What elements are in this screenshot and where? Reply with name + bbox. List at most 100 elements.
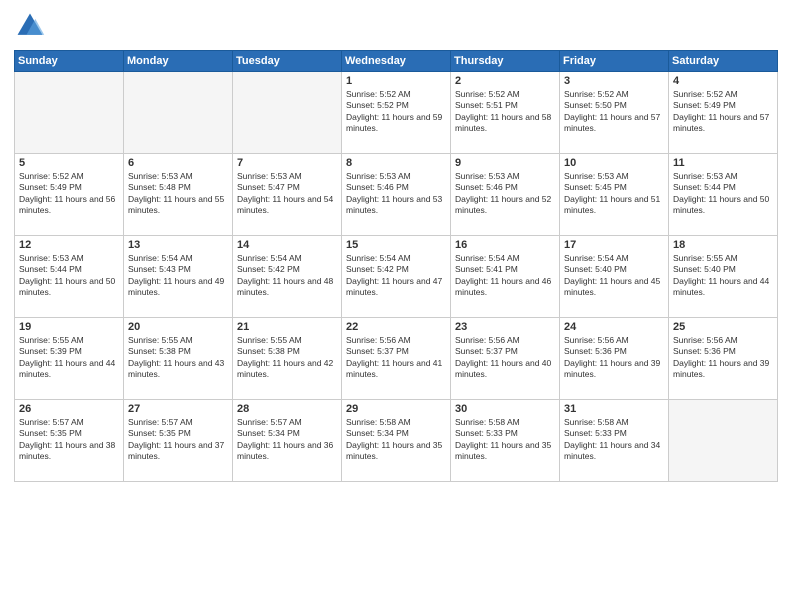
weekday-header-tuesday: Tuesday — [233, 51, 342, 72]
cell-info: Sunrise: 5:55 AMSunset: 5:39 PMDaylight:… — [19, 335, 119, 381]
day-number: 11 — [673, 157, 773, 169]
weekday-header-friday: Friday — [560, 51, 669, 72]
weekday-header-row: SundayMondayTuesdayWednesdayThursdayFrid… — [15, 51, 778, 72]
calendar-cell: 26 Sunrise: 5:57 AMSunset: 5:35 PMDayligh… — [15, 400, 124, 482]
calendar-cell: 8 Sunrise: 5:53 AMSunset: 5:46 PMDaylight… — [342, 154, 451, 236]
calendar-cell: 14 Sunrise: 5:54 AMSunset: 5:42 PMDayligh… — [233, 236, 342, 318]
weekday-header-thursday: Thursday — [451, 51, 560, 72]
calendar-cell — [233, 72, 342, 154]
cell-info: Sunrise: 5:57 AMSunset: 5:35 PMDaylight:… — [128, 417, 228, 463]
cell-info: Sunrise: 5:54 AMSunset: 5:42 PMDaylight:… — [237, 253, 337, 299]
day-number: 30 — [455, 403, 555, 415]
day-number: 18 — [673, 239, 773, 251]
day-number: 28 — [237, 403, 337, 415]
day-number: 25 — [673, 321, 773, 333]
cell-info: Sunrise: 5:57 AMSunset: 5:34 PMDaylight:… — [237, 417, 337, 463]
day-number: 3 — [564, 75, 664, 87]
calendar-cell: 31 Sunrise: 5:58 AMSunset: 5:33 PMDayligh… — [560, 400, 669, 482]
day-number: 22 — [346, 321, 446, 333]
cell-info: Sunrise: 5:57 AMSunset: 5:35 PMDaylight:… — [19, 417, 119, 463]
calendar-cell: 30 Sunrise: 5:58 AMSunset: 5:33 PMDayligh… — [451, 400, 560, 482]
calendar-cell: 27 Sunrise: 5:57 AMSunset: 5:35 PMDayligh… — [124, 400, 233, 482]
cell-info: Sunrise: 5:53 AMSunset: 5:44 PMDaylight:… — [19, 253, 119, 299]
calendar-week-2: 5 Sunrise: 5:52 AMSunset: 5:49 PMDaylight… — [15, 154, 778, 236]
calendar-cell: 2Sunrise: 5:52 AMSunset: 5:51 PMDaylight… — [451, 72, 560, 154]
calendar-cell — [15, 72, 124, 154]
calendar-cell: 3 Sunrise: 5:52 AMSunset: 5:50 PMDaylight… — [560, 72, 669, 154]
cell-info: Sunrise: 5:58 AMSunset: 5:33 PMDaylight:… — [455, 417, 555, 463]
calendar-cell: 11 Sunrise: 5:53 AMSunset: 5:44 PMDayligh… — [669, 154, 778, 236]
day-number: 15 — [346, 239, 446, 251]
calendar-cell: 5 Sunrise: 5:52 AMSunset: 5:49 PMDaylight… — [15, 154, 124, 236]
calendar-table: SundayMondayTuesdayWednesdayThursdayFrid… — [14, 50, 778, 482]
day-number: 10 — [564, 157, 664, 169]
day-number: 31 — [564, 403, 664, 415]
day-number: 12 — [19, 239, 119, 251]
cell-info: Sunrise: 5:56 AMSunset: 5:36 PMDaylight:… — [673, 335, 773, 381]
calendar-cell: 24Sunrise: 5:56 AMSunset: 5:36 PMDayligh… — [560, 318, 669, 400]
day-number: 9 — [455, 157, 555, 169]
day-number: 20 — [128, 321, 228, 333]
calendar-cell: 9 Sunrise: 5:53 AMSunset: 5:46 PMDaylight… — [451, 154, 560, 236]
calendar-cell: 15 Sunrise: 5:54 AMSunset: 5:42 PMDayligh… — [342, 236, 451, 318]
day-number: 14 — [237, 239, 337, 251]
calendar-cell: 29 Sunrise: 5:58 AMSunset: 5:34 PMDayligh… — [342, 400, 451, 482]
calendar-week-4: 19 Sunrise: 5:55 AMSunset: 5:39 PMDayligh… — [15, 318, 778, 400]
calendar-cell: 20 Sunrise: 5:55 AMSunset: 5:38 PMDayligh… — [124, 318, 233, 400]
day-number: 4 — [673, 75, 773, 87]
calendar-cell — [124, 72, 233, 154]
cell-info: Sunrise: 5:53 AMSunset: 5:46 PMDaylight:… — [346, 171, 446, 217]
calendar-cell: 6 Sunrise: 5:53 AMSunset: 5:48 PMDaylight… — [124, 154, 233, 236]
logo — [14, 10, 50, 42]
calendar-cell: 16Sunrise: 5:54 AMSunset: 5:41 PMDayligh… — [451, 236, 560, 318]
calendar-cell: 21 Sunrise: 5:55 AMSunset: 5:38 PMDayligh… — [233, 318, 342, 400]
cell-info: Sunrise: 5:53 AMSunset: 5:47 PMDaylight:… — [237, 171, 337, 217]
cell-info: Sunrise: 5:55 AMSunset: 5:38 PMDaylight:… — [237, 335, 337, 381]
day-number: 5 — [19, 157, 119, 169]
cell-info: Sunrise: 5:58 AMSunset: 5:34 PMDaylight:… — [346, 417, 446, 463]
cell-info: Sunrise: 5:52 AMSunset: 5:52 PMDaylight:… — [346, 89, 446, 135]
calendar-cell: 12 Sunrise: 5:53 AMSunset: 5:44 PMDayligh… — [15, 236, 124, 318]
calendar-cell: 7 Sunrise: 5:53 AMSunset: 5:47 PMDaylight… — [233, 154, 342, 236]
calendar-week-1: 1 Sunrise: 5:52 AMSunset: 5:52 PMDaylight… — [15, 72, 778, 154]
day-number: 7 — [237, 157, 337, 169]
cell-info: Sunrise: 5:55 AMSunset: 5:38 PMDaylight:… — [128, 335, 228, 381]
weekday-header-wednesday: Wednesday — [342, 51, 451, 72]
day-number: 8 — [346, 157, 446, 169]
calendar-cell: 28 Sunrise: 5:57 AMSunset: 5:34 PMDayligh… — [233, 400, 342, 482]
cell-info: Sunrise: 5:54 AMSunset: 5:43 PMDaylight:… — [128, 253, 228, 299]
day-number: 1 — [346, 75, 446, 87]
cell-info: Sunrise: 5:52 AMSunset: 5:50 PMDaylight:… — [564, 89, 664, 135]
calendar-cell: 23Sunrise: 5:56 AMSunset: 5:37 PMDayligh… — [451, 318, 560, 400]
day-number: 21 — [237, 321, 337, 333]
weekday-header-sunday: Sunday — [15, 51, 124, 72]
calendar-week-3: 12 Sunrise: 5:53 AMSunset: 5:44 PMDayligh… — [15, 236, 778, 318]
calendar-cell: 13 Sunrise: 5:54 AMSunset: 5:43 PMDayligh… — [124, 236, 233, 318]
calendar-cell: 1 Sunrise: 5:52 AMSunset: 5:52 PMDaylight… — [342, 72, 451, 154]
cell-info: Sunrise: 5:53 AMSunset: 5:48 PMDaylight:… — [128, 171, 228, 217]
cell-info: Sunrise: 5:52 AMSunset: 5:51 PMDaylight:… — [455, 89, 555, 135]
weekday-header-saturday: Saturday — [669, 51, 778, 72]
cell-info: Sunrise: 5:53 AMSunset: 5:45 PMDaylight:… — [564, 171, 664, 217]
cell-info: Sunrise: 5:54 AMSunset: 5:41 PMDaylight:… — [455, 253, 555, 299]
cell-info: Sunrise: 5:53 AMSunset: 5:46 PMDaylight:… — [455, 171, 555, 217]
cell-info: Sunrise: 5:53 AMSunset: 5:44 PMDaylight:… — [673, 171, 773, 217]
cell-info: Sunrise: 5:52 AMSunset: 5:49 PMDaylight:… — [19, 171, 119, 217]
day-number: 27 — [128, 403, 228, 415]
day-number: 29 — [346, 403, 446, 415]
day-number: 17 — [564, 239, 664, 251]
day-number: 6 — [128, 157, 228, 169]
calendar-cell: 17 Sunrise: 5:54 AMSunset: 5:40 PMDayligh… — [560, 236, 669, 318]
day-number: 24 — [564, 321, 664, 333]
day-number: 13 — [128, 239, 228, 251]
cell-info: Sunrise: 5:54 AMSunset: 5:40 PMDaylight:… — [564, 253, 664, 299]
cell-info: Sunrise: 5:58 AMSunset: 5:33 PMDaylight:… — [564, 417, 664, 463]
header — [14, 10, 778, 42]
calendar-cell: 22Sunrise: 5:56 AMSunset: 5:37 PMDayligh… — [342, 318, 451, 400]
day-number: 23 — [455, 321, 555, 333]
calendar-cell: 10 Sunrise: 5:53 AMSunset: 5:45 PMDayligh… — [560, 154, 669, 236]
day-number: 26 — [19, 403, 119, 415]
cell-info: Sunrise: 5:54 AMSunset: 5:42 PMDaylight:… — [346, 253, 446, 299]
day-number: 19 — [19, 321, 119, 333]
logo-icon — [14, 10, 46, 42]
